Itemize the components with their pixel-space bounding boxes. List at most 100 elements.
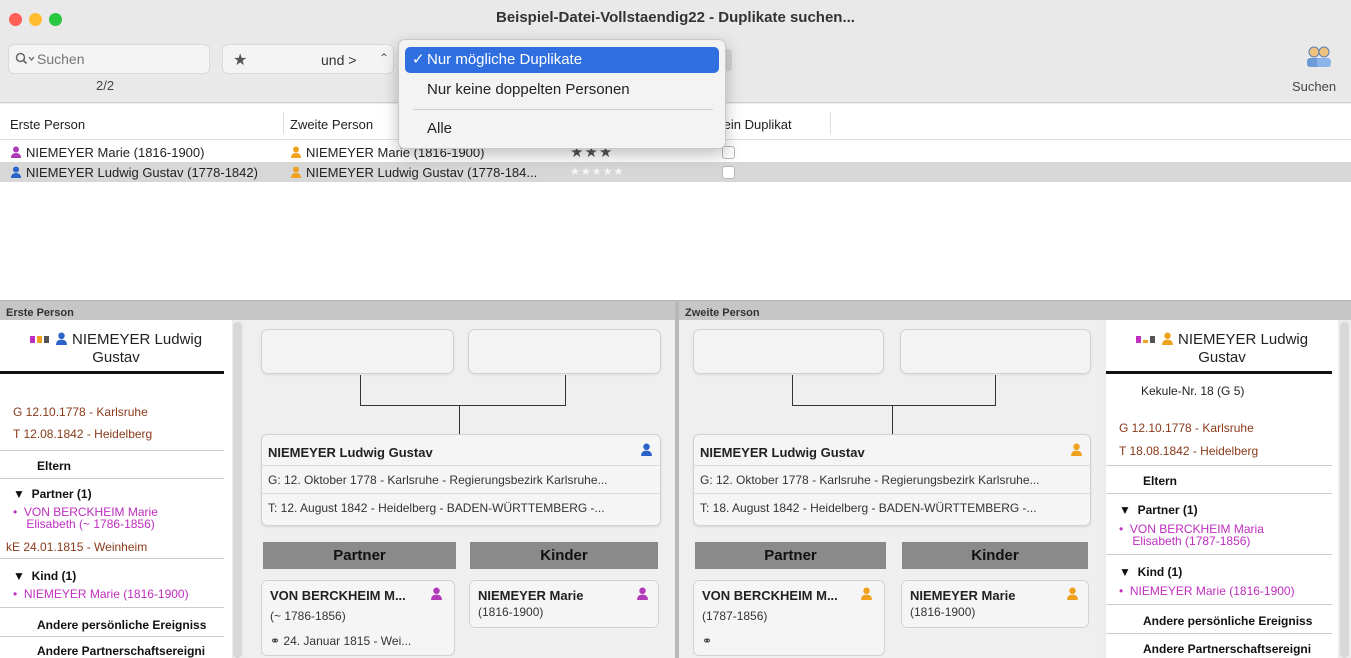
divider <box>1106 633 1332 634</box>
partner-section[interactable]: ▼ Partner (1) <box>13 487 92 501</box>
other-partner-events-section[interactable]: Andere Partnerschaftsereigni <box>1143 642 1311 656</box>
scrollbar[interactable] <box>233 322 242 658</box>
parents-section[interactable]: Eltern <box>1143 474 1177 488</box>
menu-item-all[interactable]: Alle <box>405 116 719 142</box>
column-divider[interactable] <box>283 112 284 134</box>
male-person-icon <box>11 166 21 178</box>
person-card-name: NIEMEYER Ludwig Gustav <box>268 445 433 460</box>
partner-card[interactable]: VON BERCKHEIM M... (1787-1856) ⚭ <box>693 580 885 656</box>
divider <box>0 558 224 559</box>
person-card-death: T: 12. August 1842 - Heidelberg - BADEN-… <box>268 501 605 515</box>
child-card[interactable]: NIEMEYER Marie (1816-1900) <box>901 580 1089 628</box>
disclosure-triangle-icon: ▼ <box>13 487 25 501</box>
person-name: NIEMEYER Ludwig Gustav <box>0 330 232 367</box>
death-event[interactable]: T 18.08.1842 - Heidelberg <box>1119 444 1258 458</box>
rating-stars: ★★★★★ <box>570 166 625 178</box>
partner-card[interactable]: VON BERCKHEIM M... (~ 1786-1856) ⚭ 24. J… <box>261 580 455 656</box>
divider <box>0 450 224 451</box>
second-person-panel-header: Zweite Person <box>679 300 1351 320</box>
child-card-dates: (1816-1900) <box>910 605 976 619</box>
partner-link[interactable]: • VON BERCKHEIM Marie Elisabeth (~ 1786-… <box>13 506 158 530</box>
people-search-icon[interactable] <box>1304 44 1334 70</box>
divider <box>0 607 224 608</box>
col-header-first-person[interactable]: Erste Person <box>10 117 85 132</box>
children-header: Kinder <box>470 542 658 569</box>
table-row[interactable]: NIEMEYER Ludwig Gustav (1778-1842) NIEME… <box>0 162 1351 182</box>
search-input[interactable] <box>37 51 197 67</box>
rings-icon: ⚭ <box>270 634 281 648</box>
birth-event[interactable]: G 12.10.1778 - Karlsruhe <box>13 405 148 419</box>
parents-section[interactable]: Eltern <box>37 459 71 473</box>
disclosure-triangle-icon: ▼ <box>13 569 25 583</box>
father-placeholder[interactable] <box>693 329 884 374</box>
other-events-section[interactable]: Andere persönliche Ereigniss <box>1143 614 1312 628</box>
partner-section[interactable]: ▼ Partner (1) <box>1119 503 1198 517</box>
tree-line <box>459 405 460 435</box>
unknown-person-icon <box>1067 587 1078 600</box>
female-person-icon <box>637 587 648 600</box>
no-duplicate-checkbox[interactable] <box>722 146 735 159</box>
partner-header: Partner <box>263 542 456 569</box>
search-button-label[interactable]: Suchen <box>1292 79 1336 94</box>
combinator-select[interactable]: und > <box>321 52 356 68</box>
divider <box>0 478 224 479</box>
partner-header: Partner <box>695 542 886 569</box>
col-header-second-person[interactable]: Zweite Person <box>290 117 373 132</box>
child-link[interactable]: • NIEMEYER Marie (1816-1900) <box>1119 585 1295 597</box>
person-card-name: NIEMEYER Ludwig Gustav <box>700 445 865 460</box>
other-partner-events-section[interactable]: Andere Partnerschaftsereigni <box>37 644 205 658</box>
first-person-family-view: NIEMEYER Ludwig Gustav G: 12. Oktober 17… <box>245 320 675 658</box>
father-placeholder[interactable] <box>261 329 454 374</box>
column-divider[interactable] <box>830 112 831 134</box>
second-person-family-view: NIEMEYER Ludwig Gustav G: 12. Oktober 17… <box>679 320 1103 658</box>
person-card-birth: G: 12. Oktober 1778 - Karlsruhe - Regier… <box>268 473 608 487</box>
scrollbar[interactable] <box>1340 322 1349 658</box>
menu-item-possible-duplicates[interactable]: ✓ Nur mögliche Duplikate <box>405 47 719 73</box>
tree-line <box>360 375 361 405</box>
child-section[interactable]: ▼ Kind (1) <box>1119 565 1182 579</box>
partner-link[interactable]: • VON BERCKHEIM Maria Elisabeth (1787-18… <box>1119 523 1264 547</box>
divider <box>1106 554 1332 555</box>
menu-item-no-duplicates[interactable]: Nur keine doppelten Personen <box>405 77 719 103</box>
menu-separator <box>413 109 713 110</box>
star-filter-icon[interactable]: ★ <box>233 50 247 70</box>
tree-line <box>892 405 893 435</box>
divider <box>1106 493 1332 494</box>
no-duplicate-checkbox[interactable] <box>722 166 735 179</box>
tree-line <box>792 375 793 405</box>
divider <box>694 465 1090 466</box>
col-header-no-duplicate[interactable]: Kein Duplikat <box>718 117 808 132</box>
divider <box>1106 465 1332 466</box>
unknown-person-icon <box>861 587 872 600</box>
child-link[interactable]: • NIEMEYER Marie (1816-1900) <box>13 588 189 600</box>
child-section[interactable]: ▼ Kind (1) <box>13 569 76 583</box>
person-card[interactable]: NIEMEYER Ludwig Gustav G: 12. Oktober 17… <box>693 434 1091 526</box>
partner-card-name: VON BERCKHEIM M... <box>702 588 838 603</box>
child-card-dates: (1816-1900) <box>478 605 544 619</box>
partner-card-dates: (1787-1856) <box>702 609 768 623</box>
unknown-person-icon <box>1162 332 1173 345</box>
divider <box>262 493 660 494</box>
death-event[interactable]: T 12.08.1842 - Heidelberg <box>13 427 152 441</box>
divider <box>1106 371 1332 374</box>
disclosure-triangle-icon: ▼ <box>1119 565 1131 579</box>
child-card[interactable]: NIEMEYER Marie (1816-1900) <box>469 580 659 628</box>
mother-placeholder[interactable] <box>900 329 1091 374</box>
person-card[interactable]: NIEMEYER Ludwig Gustav G: 12. Oktober 17… <box>261 434 661 526</box>
partner-card-dates: (~ 1786-1856) <box>270 609 346 623</box>
rating-filter-field[interactable]: ★ und > ⌃ <box>222 44 394 74</box>
male-person-icon <box>56 332 67 345</box>
chevron-updown-icon[interactable]: ⌃ <box>379 51 389 65</box>
person-card-death: T: 18. August 1842 - Heidelberg - BADEN-… <box>700 501 1037 515</box>
mother-placeholder[interactable] <box>468 329 661 374</box>
birth-event[interactable]: G 12.10.1778 - Karlsruhe <box>1119 421 1254 435</box>
other-events-section[interactable]: Andere persönliche Ereigniss <box>37 618 206 632</box>
marriage-event[interactable]: kE 24.01.1815 - Weinheim <box>6 540 147 554</box>
divider <box>0 636 224 637</box>
person-name: NIEMEYER Ludwig Gustav <box>1106 330 1338 367</box>
magnifier-dropdown-icon[interactable] <box>15 52 37 66</box>
person-card-birth: G: 12. Oktober 1778 - Karlsruhe - Regier… <box>700 473 1040 487</box>
search-field[interactable] <box>8 44 210 74</box>
window-title: Beispiel-Datei-Vollstaendig22 - Duplikat… <box>496 9 855 26</box>
unknown-person-icon <box>1071 443 1082 456</box>
